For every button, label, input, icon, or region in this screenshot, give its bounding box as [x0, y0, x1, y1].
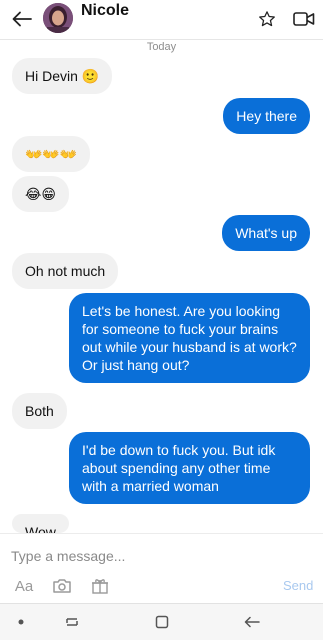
home-button[interactable]: [150, 612, 174, 632]
send-button[interactable]: Send: [283, 578, 313, 593]
arrow-left-icon: [12, 11, 32, 27]
message-incoming[interactable]: Wow: [12, 514, 69, 533]
text-format-icon: Aa: [14, 577, 34, 595]
back-button[interactable]: [8, 6, 36, 32]
back-icon: [244, 616, 260, 628]
contact-name[interactable]: Nicole: [81, 2, 129, 20]
system-back-button[interactable]: [240, 612, 264, 632]
favorite-button[interactable]: [256, 8, 278, 30]
contact-avatar[interactable]: [43, 3, 73, 33]
video-call-button[interactable]: [292, 8, 316, 30]
message-incoming[interactable]: Both: [12, 393, 67, 429]
camera-button[interactable]: [50, 576, 74, 596]
message-incoming[interactable]: Hi Devin 🙂: [12, 58, 113, 94]
system-navigation-bar: [0, 603, 323, 640]
day-separator: Today: [146, 41, 177, 53]
text-format-button[interactable]: Aa: [12, 576, 36, 596]
dot-icon: [18, 619, 24, 625]
message-outgoing[interactable]: Hey there: [223, 98, 310, 134]
message-incoming[interactable]: Oh not much: [12, 253, 119, 289]
message-outgoing[interactable]: I'd be down to fuck you. But idk about s…: [69, 432, 310, 504]
message-composer: Type a message... Aa Send: [0, 533, 323, 603]
message-outgoing[interactable]: Let's be honest. Are you looking for som…: [69, 293, 310, 383]
message-input[interactable]: Type a message...: [11, 548, 125, 564]
recents-icon: [66, 618, 78, 626]
gift-button[interactable]: [88, 576, 112, 596]
home-icon: [155, 615, 169, 629]
camera-icon: [53, 579, 71, 593]
video-call-icon: [293, 12, 315, 26]
message-incoming[interactable]: 😂😁: [12, 176, 69, 212]
message-incoming[interactable]: 👐👐👐: [12, 136, 91, 172]
recents-button[interactable]: [60, 612, 84, 632]
assistant-button[interactable]: [14, 612, 28, 632]
message-outgoing[interactable]: What's up: [222, 215, 310, 251]
conversation-header: Nicole: [0, 0, 323, 40]
gift-icon: [92, 579, 108, 594]
star-icon: [259, 11, 275, 27]
